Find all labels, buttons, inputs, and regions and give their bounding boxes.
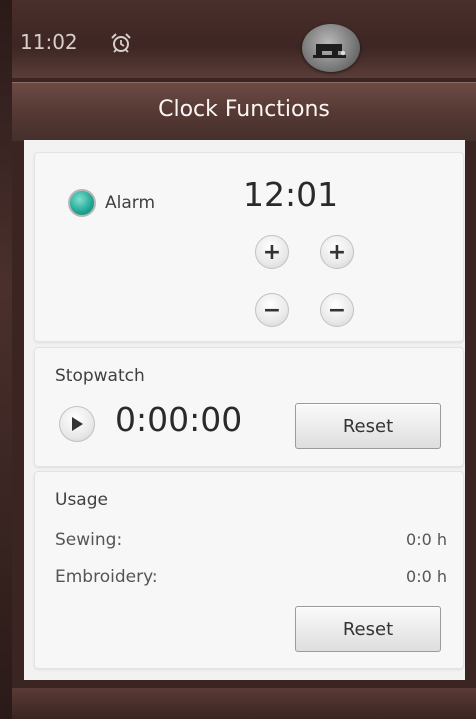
minus-icon: − (262, 297, 282, 323)
plus-icon: + (262, 239, 282, 265)
alarm-hour-increase-button[interactable]: + (255, 235, 289, 269)
stopwatch-time: 0:00:00 (115, 400, 243, 439)
bottom-bar (12, 688, 476, 719)
alarm-clock-icon (111, 33, 131, 53)
play-icon (72, 417, 83, 431)
left-frame (0, 0, 12, 719)
dialog-title: Clock Functions (158, 97, 330, 122)
alarm-label: Alarm (105, 193, 156, 213)
plus-icon: + (327, 239, 347, 265)
alarm-minute-decrease-button[interactable]: − (320, 293, 354, 327)
stopwatch-reset-button[interactable]: Reset (295, 403, 441, 449)
dialog-header: Clock Functions (12, 82, 476, 141)
alarm-minute-increase-button[interactable]: + (320, 235, 354, 269)
stopwatch-card: Stopwatch 0:00:00 Reset (34, 347, 464, 467)
usage-label: Usage (55, 490, 108, 510)
alarm-hour-decrease-button[interactable]: − (255, 293, 289, 327)
embroidery-value: 0:0 h (406, 567, 447, 586)
dialog-body: Alarm 12:01 + + − − Stopwatch 0:00:00 Re… (24, 140, 465, 680)
alarm-toggle[interactable] (68, 189, 96, 217)
stopwatch-start-button[interactable] (59, 406, 95, 442)
embroidery-label: Embroidery: (55, 567, 158, 587)
sewing-value: 0:0 h (406, 530, 447, 549)
status-bar: 11:02 (12, 0, 476, 78)
sewing-label: Sewing: (55, 530, 123, 550)
usage-card: Usage Sewing: 0:0 h Embroidery: 0:0 h Re… (34, 471, 464, 669)
sewing-machine-icon[interactable] (302, 24, 360, 72)
clock-time[interactable]: 11:02 (20, 30, 78, 54)
alarm-card: Alarm 12:01 + + − − (34, 152, 464, 342)
usage-reset-button[interactable]: Reset (295, 606, 441, 652)
minus-icon: − (327, 297, 347, 323)
stopwatch-label: Stopwatch (55, 366, 145, 386)
alarm-time: 12:01 (243, 175, 339, 214)
